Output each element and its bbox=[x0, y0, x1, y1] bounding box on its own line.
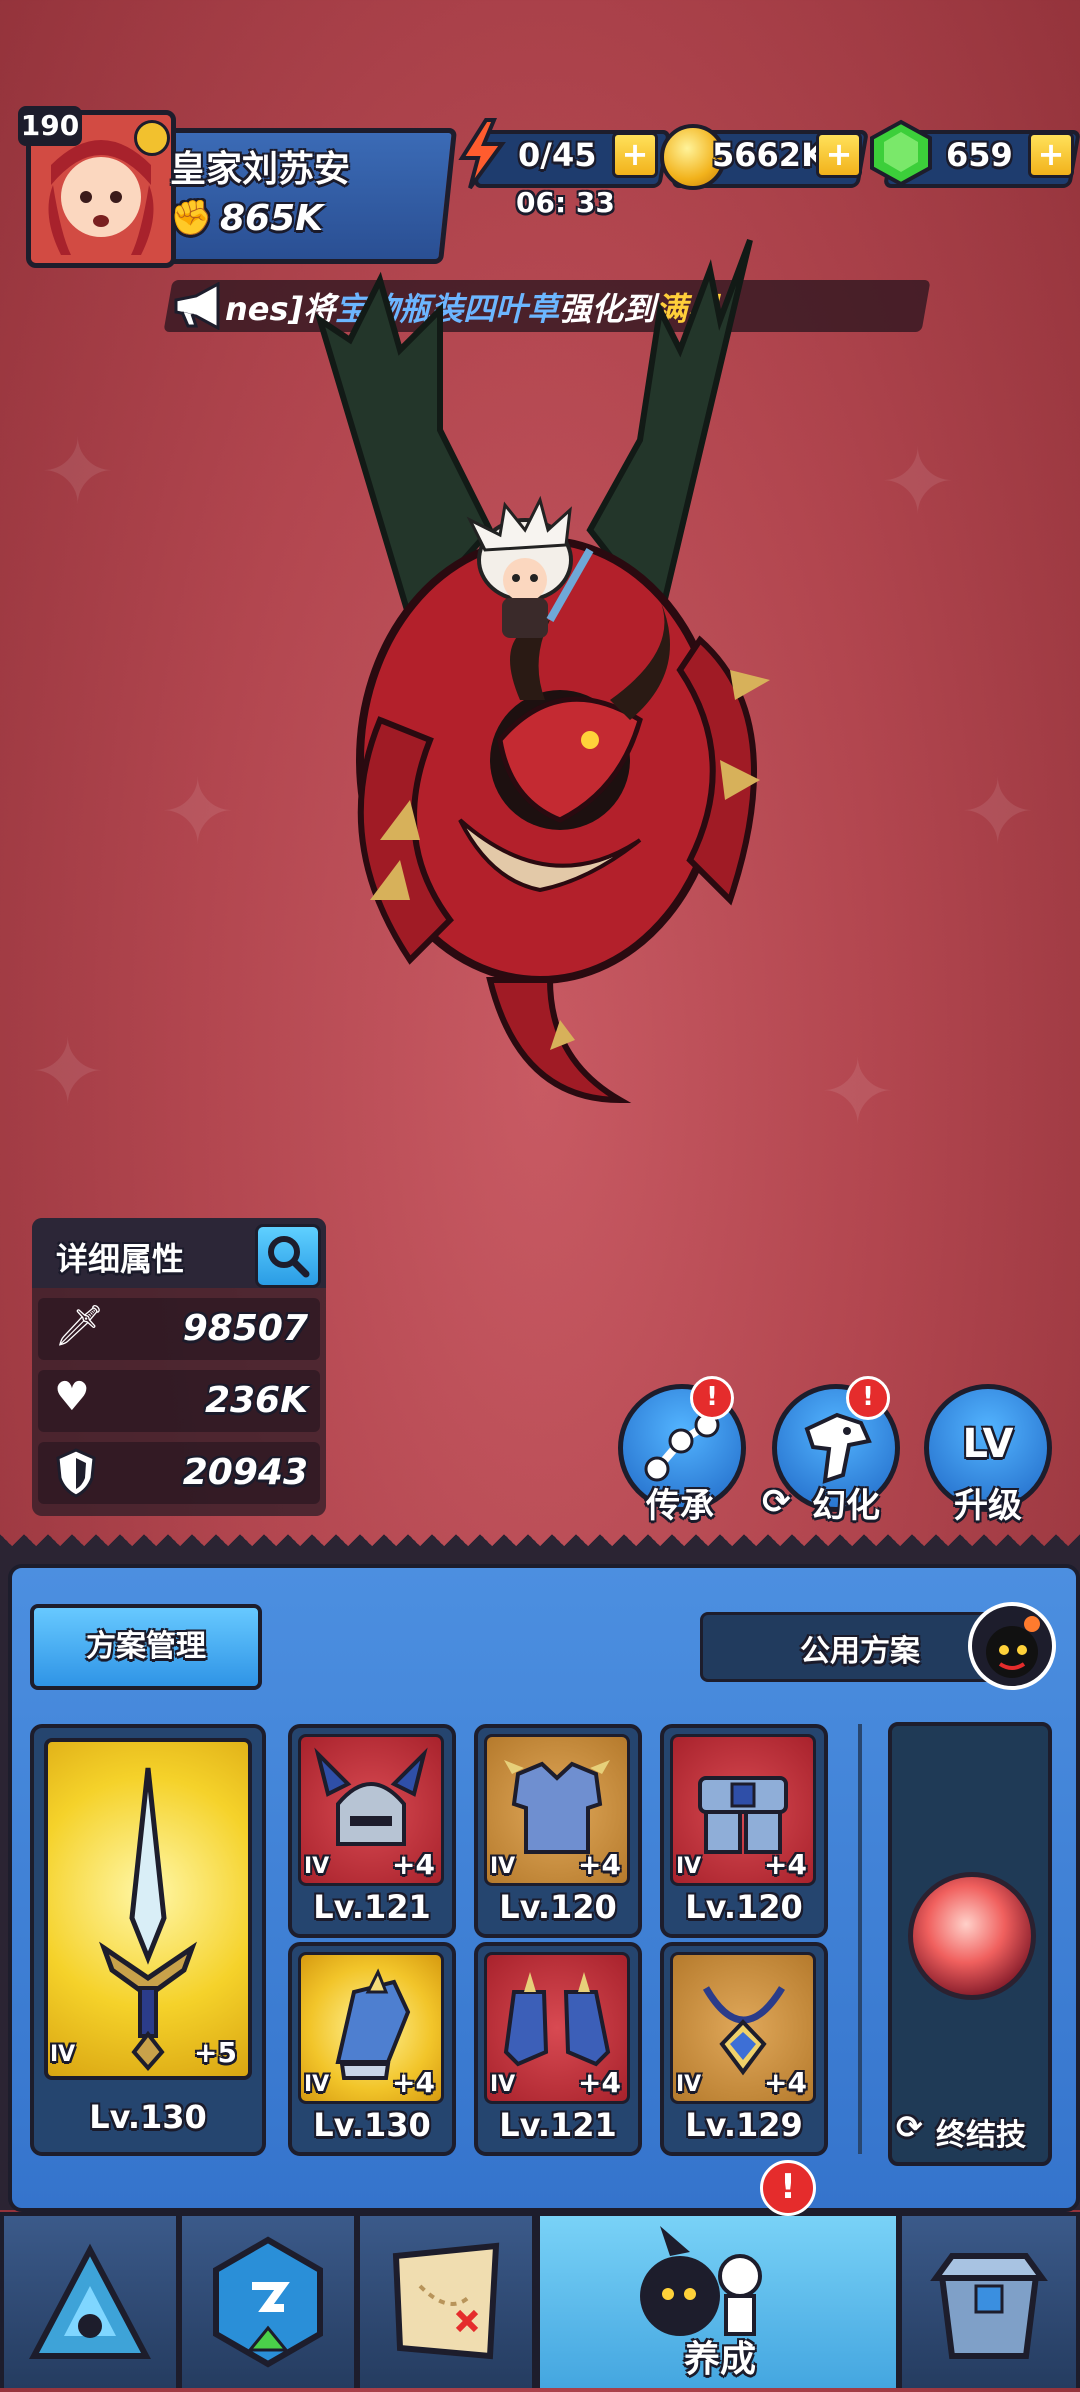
settings-gear-icon[interactable] bbox=[134, 120, 170, 156]
public-plan-avatar-icon[interactable] bbox=[968, 1602, 1056, 1690]
equipment-slot-necklace[interactable]: IV +4 Lv.129 bbox=[660, 1942, 828, 2156]
slot-plus: +4 bbox=[764, 1848, 807, 1881]
bg-pattern-icon: ✦ bbox=[160, 760, 236, 865]
upgrade-label: 升级 bbox=[954, 1486, 1022, 1526]
bg-pattern-icon: ✦ bbox=[30, 1020, 106, 1125]
sword-icon: 🗡 bbox=[54, 1303, 105, 1349]
player-name: 皇家刘苏安 bbox=[170, 149, 351, 190]
stat-health-value: 236K bbox=[204, 1380, 308, 1421]
plan-manage-button[interactable]: 方案管理 bbox=[30, 1604, 262, 1690]
slot-tier: IV bbox=[304, 2072, 330, 2097]
equipment-slot-belt[interactable]: IV +4 Lv.120 bbox=[660, 1724, 828, 1938]
fist-power-icon: ✊ bbox=[170, 198, 213, 238]
public-plan-label: 公用方案 bbox=[800, 1634, 920, 1669]
green-gem-icon bbox=[870, 119, 932, 187]
slot-level: Lv.129 bbox=[685, 2106, 803, 2144]
stats-search-button[interactable] bbox=[255, 1224, 321, 1288]
equipment-slot-helmet[interactable]: IV +4 Lv.121 bbox=[288, 1724, 456, 1938]
gem-value: 659 bbox=[946, 136, 1013, 174]
gold-plus-button[interactable]: + bbox=[816, 132, 862, 178]
stat-attack-value: 98507 bbox=[182, 1308, 308, 1349]
stat-defense-value: 20943 bbox=[182, 1452, 308, 1493]
bg-pattern-icon: ✦ bbox=[40, 420, 116, 525]
sword-weapon-icon bbox=[98, 1767, 198, 2072]
nav-tab-map[interactable] bbox=[360, 2216, 532, 2388]
equipment-slot-armor[interactable]: IV +4 Lv.120 bbox=[474, 1724, 642, 1938]
inherit-alert-badge: ! bbox=[690, 1376, 734, 1420]
player-level-badge: 190 bbox=[18, 106, 82, 146]
slot-level: Lv.130 bbox=[313, 2106, 431, 2144]
inherit-label: 传承 bbox=[646, 1486, 714, 1526]
shield-icon bbox=[56, 1448, 96, 1498]
energy-plus-button[interactable]: + bbox=[612, 132, 658, 178]
nav-tab-shop[interactable] bbox=[902, 2216, 1076, 2388]
hero-dragon-mount[interactable] bbox=[290, 200, 790, 1130]
transform-alert-badge: ! bbox=[846, 1376, 890, 1420]
equipment-slot-gauntlet[interactable]: IV +4 Lv.130 bbox=[288, 1942, 456, 2156]
slot-plus: +4 bbox=[392, 2066, 435, 2099]
slot-tier: IV bbox=[304, 1854, 330, 1879]
panel-divider bbox=[858, 1724, 862, 2154]
bg-pattern-icon: ✦ bbox=[960, 760, 1036, 865]
slot-plus: +4 bbox=[578, 2066, 621, 2099]
slot-level: Lv.120 bbox=[499, 1888, 617, 1926]
slot-tier: IV bbox=[676, 1854, 702, 1879]
main-weapon-level: Lv.130 bbox=[89, 2098, 207, 2136]
transform-label: 幻化 bbox=[812, 1486, 880, 1526]
rune-hexagon-icon bbox=[213, 2236, 323, 2368]
nav-tab-realm[interactable] bbox=[4, 2216, 176, 2388]
slot-level: Lv.121 bbox=[499, 2106, 617, 2144]
nav-tab-upgrade[interactable] bbox=[182, 2216, 354, 2388]
equipment-slot-boots[interactable]: IV +4 Lv.121 bbox=[474, 1942, 642, 2156]
slot-plus: +4 bbox=[578, 1848, 621, 1881]
slot-plus: +4 bbox=[764, 2066, 807, 2099]
develop-alert-badge: ! bbox=[760, 2160, 816, 2216]
ultimate-orb-icon bbox=[908, 1872, 1036, 2000]
slot-plus: +4 bbox=[392, 1848, 435, 1881]
megaphone-icon bbox=[174, 282, 220, 330]
slot-level: Lv.120 bbox=[685, 1888, 803, 1926]
main-weapon-plus: +5 bbox=[194, 2036, 237, 2069]
ultimate-label: 终结技 bbox=[936, 2118, 1026, 2153]
stats-title: 详细属性 bbox=[56, 1240, 185, 1278]
magnifier-icon bbox=[268, 1236, 310, 1278]
slot-tier: IV bbox=[490, 2072, 516, 2097]
lightning-icon bbox=[458, 118, 506, 190]
gold-value: 5662K bbox=[712, 136, 826, 174]
bg-pattern-icon: ✦ bbox=[880, 430, 956, 535]
slot-tier: IV bbox=[676, 2072, 702, 2097]
main-weapon-slot[interactable]: IV +5 Lv.130 bbox=[30, 1724, 266, 2156]
shop-chest-icon bbox=[930, 2253, 1048, 2359]
main-weapon-tier: IV bbox=[50, 2042, 76, 2067]
gem-plus-button[interactable]: + bbox=[1028, 132, 1074, 178]
crystal-mountain-icon bbox=[29, 2243, 151, 2359]
slot-level: Lv.121 bbox=[313, 1888, 431, 1926]
heart-icon: ♥ bbox=[54, 1374, 90, 1420]
nav-tab-develop-label: 养成 bbox=[683, 2339, 756, 2380]
treasure-map-icon bbox=[392, 2242, 500, 2360]
bg-pattern-icon: ✦ bbox=[820, 1040, 896, 1145]
energy-value: 0/45 bbox=[518, 136, 597, 174]
slot-tier: IV bbox=[490, 1854, 516, 1879]
